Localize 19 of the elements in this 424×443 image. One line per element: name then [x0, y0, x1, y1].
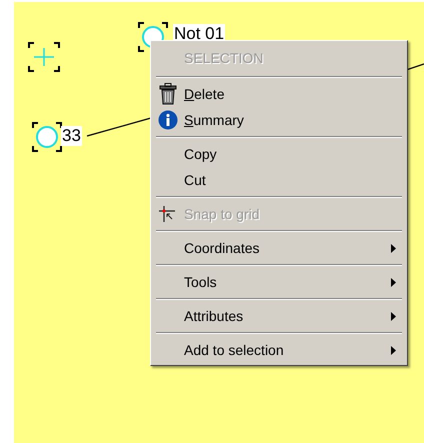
menu-item[interactable]: Attributes	[152, 303, 406, 329]
trash-icon	[158, 83, 178, 105]
submenu-arrow-icon	[391, 346, 396, 354]
menu-item[interactable]: Add to selection	[152, 337, 406, 363]
menu-item[interactable]: Tools	[152, 269, 406, 295]
submenu-arrow-icon	[391, 244, 396, 252]
menu-item[interactable]: Delete	[152, 81, 406, 107]
connector-line	[406, 62, 424, 72]
menu-item[interactable]: Coordinates	[152, 235, 406, 261]
submenu-arrow-icon	[391, 312, 396, 320]
info-icon	[158, 110, 178, 130]
snap-grid-icon	[158, 205, 176, 223]
menu-header: SELECTION	[183, 48, 264, 68]
node-label: 33	[61, 126, 82, 146]
menu-item[interactable]: Cut	[152, 167, 406, 193]
submenu-arrow-icon	[391, 278, 396, 286]
menu-item[interactable]: Summary	[152, 107, 406, 133]
menu-item[interactable]: Copy	[152, 141, 406, 167]
connector-line	[86, 116, 152, 138]
